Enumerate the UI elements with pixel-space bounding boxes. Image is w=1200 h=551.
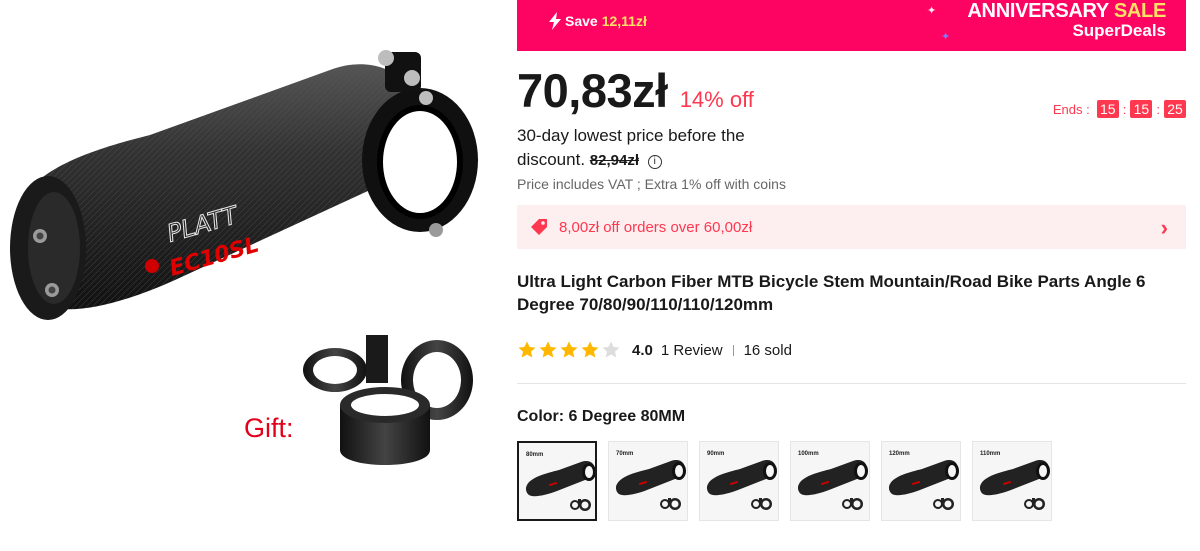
countdown-timer: Ends : 15 : 15 : 25 bbox=[1053, 100, 1186, 118]
save-amount: 12,11zł bbox=[601, 13, 647, 29]
section-divider bbox=[517, 383, 1186, 384]
save-badge: Save 12,11zł bbox=[549, 12, 647, 30]
color-swatch-100mm[interactable]: 100mm bbox=[790, 441, 870, 521]
tag-icon bbox=[531, 219, 547, 235]
star-rating[interactable] bbox=[517, 340, 622, 360]
discount-percent: 14% off bbox=[679, 87, 754, 112]
swatch-label: 110mm bbox=[980, 451, 1001, 457]
product-title: Ultra Light Carbon Fiber MTB Bicycle Ste… bbox=[517, 272, 1146, 314]
star-filled-icon bbox=[560, 341, 578, 358]
rating-row: 4.0 1 Review 16 sold bbox=[517, 340, 792, 360]
swatch-label: 100mm bbox=[798, 451, 819, 457]
save-label: Save bbox=[565, 13, 598, 29]
color-swatch-list: 80mm 70mm 90mm 100mm 120mm 110mm bbox=[517, 441, 1063, 521]
sold-count: 16 sold bbox=[743, 341, 792, 359]
superdeals-label: SuperDeals bbox=[1072, 21, 1166, 40]
countdown-separator: : bbox=[1156, 101, 1160, 117]
info-icon[interactable]: i bbox=[647, 155, 662, 169]
color-label: Color: 6 Degree 80MM bbox=[517, 408, 686, 425]
sparkle-icon: ✦ bbox=[927, 5, 937, 17]
sparkle-icon: ✦ bbox=[941, 31, 951, 43]
chevron-right-icon: › bbox=[1160, 215, 1168, 240]
anniversary-word: ANNIVERSARY bbox=[967, 0, 1109, 22]
sale-banner[interactable]: Save 12,11zł ✦ ✦ ANNIVERSARY SALE SuperD… bbox=[517, 0, 1186, 51]
original-price: 82,94zł bbox=[589, 152, 639, 169]
swatch-label: 120mm bbox=[889, 451, 910, 457]
color-swatch-90mm[interactable]: 90mm bbox=[699, 441, 779, 521]
divider bbox=[732, 344, 734, 356]
countdown-seconds: 25 bbox=[1164, 100, 1186, 118]
countdown-minutes: 15 bbox=[1130, 100, 1153, 118]
lightning-icon bbox=[549, 12, 561, 30]
lowest-price-note: 30-day lowest price before the discount.… bbox=[517, 124, 817, 173]
sale-word: SALE bbox=[1113, 0, 1166, 22]
star-filled-icon bbox=[518, 341, 536, 358]
star-filled-icon bbox=[539, 341, 557, 358]
gift-label: Gift: bbox=[244, 413, 294, 443]
swatch-label: 80mm bbox=[526, 452, 544, 458]
coupon-text: 8,00zł off orders over 60,00zł bbox=[559, 218, 753, 236]
color-swatch-70mm[interactable]: 70mm bbox=[608, 441, 688, 521]
review-count-link[interactable]: 1 Review bbox=[661, 342, 723, 359]
ends-label: Ends : bbox=[1052, 101, 1090, 117]
swatch-label: 70mm bbox=[616, 451, 634, 457]
bike-stem-illustration: PLATT EC10SL Gift: bbox=[10, 50, 478, 465]
price-row: 70,83zł 14% off bbox=[517, 63, 754, 118]
countdown-separator: : bbox=[1122, 101, 1127, 117]
vat-note: Price includes VAT ; Extra 1% off with c… bbox=[517, 176, 786, 192]
coupon-bar[interactable]: 8,00zł off orders over 60,00zł › bbox=[517, 205, 1186, 249]
color-swatch-110mm[interactable]: 110mm bbox=[972, 441, 1052, 521]
color-swatch-120mm[interactable]: 120mm bbox=[881, 441, 961, 521]
star-empty-icon bbox=[602, 341, 620, 358]
star-filled-icon bbox=[581, 341, 599, 358]
anniversary-sale-logo: ANNIVERSARY SALE SuperDeals bbox=[967, 1, 1166, 39]
current-price: 70,83zł bbox=[517, 64, 668, 117]
rating-value: 4.0 bbox=[632, 341, 653, 359]
color-swatch-80mm[interactable]: 80mm bbox=[517, 441, 597, 521]
countdown-hours: 15 bbox=[1096, 100, 1119, 118]
product-image[interactable]: PLATT EC10SL Gift: bbox=[0, 0, 500, 551]
swatch-label: 90mm bbox=[707, 451, 725, 457]
